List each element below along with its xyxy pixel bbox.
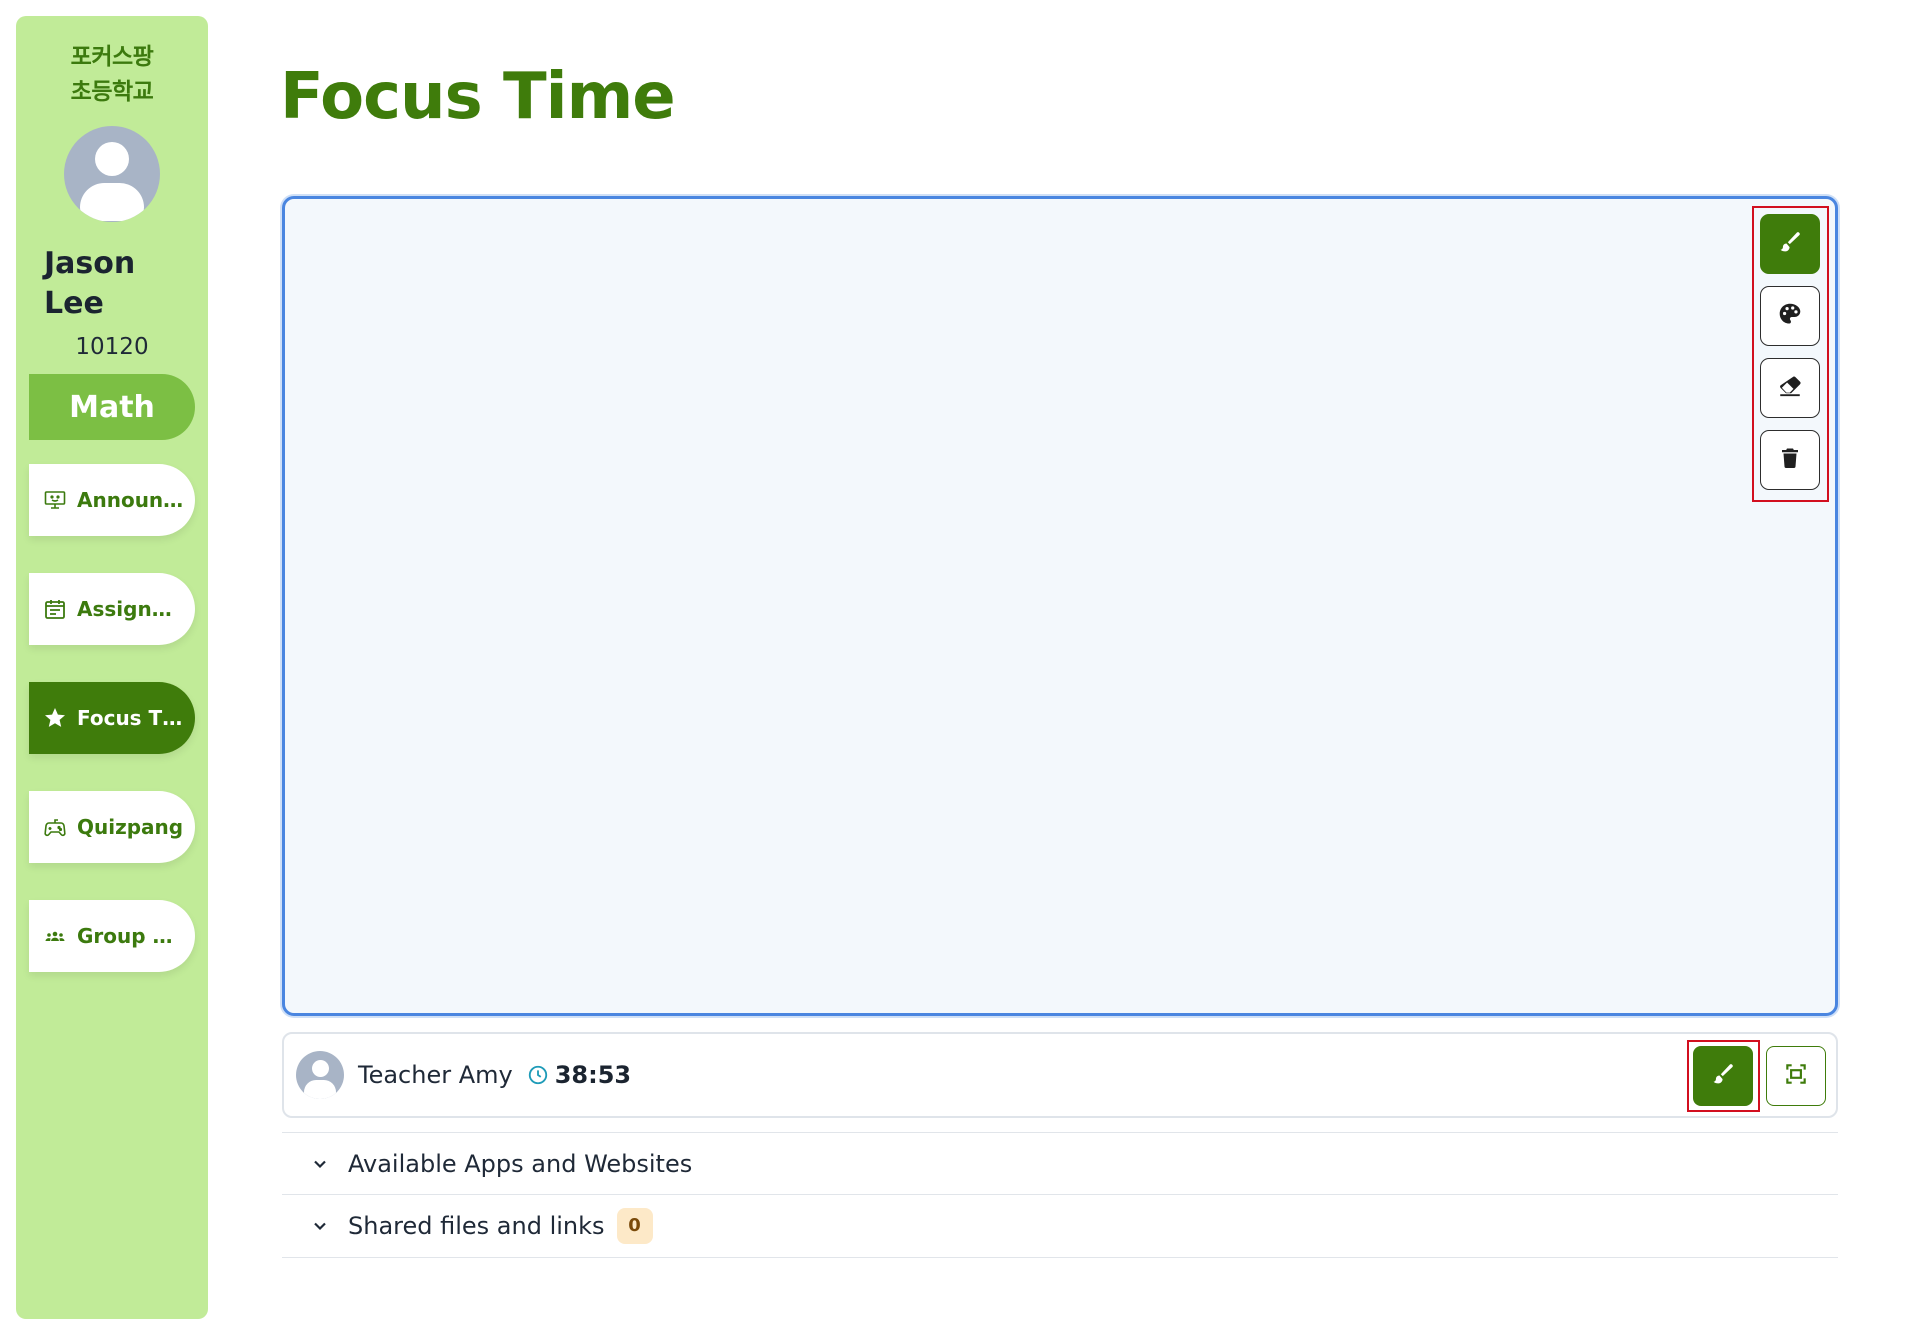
- brush-tool-button[interactable]: [1760, 214, 1820, 274]
- divider: [282, 1257, 1838, 1258]
- gamepad-icon: [41, 813, 69, 841]
- fit-screen-icon: [1783, 1061, 1809, 1091]
- student-name: Jason Lee: [44, 246, 136, 321]
- sidebar-item-label: Focus Time: [77, 706, 185, 730]
- eraser-icon: [1777, 373, 1803, 403]
- teacher-avatar: [296, 1051, 344, 1099]
- sidebar-item-assignments[interactable]: Assignments: [29, 573, 195, 645]
- sidebar-item-label: Announcements: [77, 488, 185, 512]
- accordion-label: Shared files and links: [348, 1211, 605, 1240]
- sidebar-item-label: Assignments: [77, 597, 185, 621]
- subject-badge[interactable]: Math: [29, 374, 195, 440]
- sidebar-nav: Announcements Assignments Focus Time: [29, 464, 195, 972]
- brush-icon: [1710, 1061, 1736, 1091]
- school-name-line2: 초등학교: [70, 79, 154, 105]
- clear-canvas-button[interactable]: [1760, 430, 1820, 490]
- school-name: 포커스팡 초등학교: [71, 40, 154, 110]
- teacher-name: Teacher Amy: [358, 1061, 513, 1089]
- brush-icon: [1777, 229, 1803, 259]
- teacher-bar: Teacher Amy 38:53: [282, 1032, 1838, 1118]
- palette-tool-button[interactable]: [1760, 286, 1820, 346]
- sidebar-item-label: Group Activities: [77, 924, 185, 948]
- trash-icon: [1778, 446, 1802, 474]
- sidebar-item-label: Quizpang: [77, 815, 184, 839]
- school-name-line1: 포커스팡: [70, 44, 154, 70]
- accordion-label: Available Apps and Websites: [348, 1149, 693, 1178]
- shared-files-accordion[interactable]: Shared files and links 0: [282, 1194, 1838, 1256]
- available-apps-accordion[interactable]: Available Apps and Websites: [282, 1132, 1838, 1194]
- clock-icon: [527, 1064, 549, 1086]
- sidebar-item-group-activities[interactable]: Group Activities: [29, 900, 195, 972]
- sidebar-item-announcements[interactable]: Announcements: [29, 464, 195, 536]
- sidebar-item-quizpang[interactable]: Quizpang: [29, 791, 195, 863]
- chevron-down-icon: [310, 1154, 330, 1174]
- star-icon: [41, 704, 69, 732]
- drawing-canvas[interactable]: [282, 196, 1838, 1016]
- page-title: Focus Time: [280, 60, 676, 134]
- focus-timer: 38:53: [554, 1061, 632, 1089]
- group-icon: [41, 922, 69, 950]
- chevron-down-icon: [310, 1216, 330, 1236]
- sidebar-item-focus-time[interactable]: Focus Time: [29, 682, 195, 754]
- calendar-icon: [41, 595, 69, 623]
- palette-icon: [1777, 301, 1803, 331]
- student-id: 10120: [75, 334, 149, 360]
- presentation-icon: [41, 486, 69, 514]
- student-avatar: [64, 126, 160, 222]
- eraser-tool-button[interactable]: [1760, 358, 1820, 418]
- draw-mode-button[interactable]: [1693, 1046, 1753, 1106]
- sidebar: 포커스팡 초등학교 Jason Lee 10120 Math Announcem…: [16, 16, 208, 1319]
- shared-files-count-badge: 0: [616, 1207, 653, 1244]
- fullscreen-button[interactable]: [1766, 1046, 1826, 1106]
